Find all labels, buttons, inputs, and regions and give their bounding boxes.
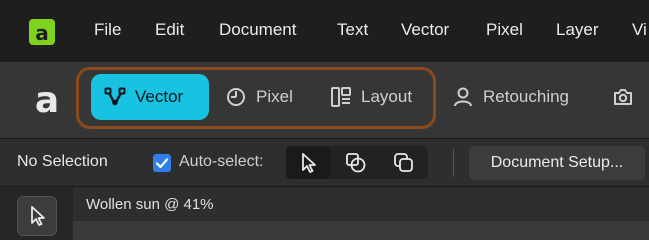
tools-panel (0, 187, 73, 240)
persona-vector-button[interactable]: Vector (91, 74, 209, 120)
persona-vector-label: Vector (135, 87, 184, 106)
canvas-area[interactable] (73, 221, 649, 240)
persona-layout-button[interactable]: Layout (326, 74, 426, 120)
app-logo-icon[interactable]: a (29, 19, 55, 45)
select-intersect-button[interactable] (334, 146, 378, 179)
select-overlap-button[interactable] (382, 146, 426, 179)
pen-node-icon (104, 86, 126, 108)
toolbar-divider (453, 149, 454, 177)
context-toolbar: No Selection Auto-select: Document Setup… (0, 139, 649, 187)
document-title: Wollen sun @ 41% (86, 196, 214, 213)
pointer-arrow-icon (302, 152, 316, 173)
menu-text[interactable]: Text (337, 20, 368, 40)
persona-layout-label: Layout (361, 87, 413, 106)
svg-text:a: a (35, 21, 49, 45)
menu-pixel[interactable]: Pixel (486, 20, 523, 40)
intersect-shapes-icon (346, 152, 366, 172)
persona-photo-button[interactable] (612, 74, 642, 120)
svg-text:a: a (35, 80, 59, 118)
document-tab[interactable]: Wollen sun @ 41% (73, 187, 649, 221)
persona-bar: a Vector Pixel Layout Retouching (0, 62, 649, 139)
auto-select-checkbox[interactable] (153, 154, 171, 172)
menu-view[interactable]: Vi (632, 20, 647, 40)
persona-pixel-button[interactable]: Pixel (221, 74, 311, 120)
pixel-circle-icon (225, 86, 247, 108)
document-setup-button[interactable]: Document Setup... (469, 146, 645, 180)
menu-vector[interactable]: Vector (401, 20, 449, 40)
move-tool-button[interactable] (17, 196, 57, 236)
persona-retouching-button[interactable]: Retouching (452, 74, 592, 120)
layout-icon (330, 86, 352, 108)
menu-bar: a File Edit Document Text Vector Pixel L… (0, 0, 649, 63)
selection-status: No Selection (17, 153, 108, 170)
select-pointer-button[interactable] (286, 146, 330, 179)
affinity-logo-icon: a (29, 80, 65, 121)
menu-edit[interactable]: Edit (155, 20, 184, 40)
camera-icon (612, 86, 634, 108)
menu-file[interactable]: File (94, 20, 121, 40)
persona-pixel-label: Pixel (256, 87, 293, 106)
menu-document[interactable]: Document (219, 20, 296, 40)
auto-select-label: Auto-select: (179, 153, 264, 170)
selection-mode-group (286, 146, 428, 179)
person-icon (452, 86, 474, 108)
menu-layer[interactable]: Layer (556, 20, 599, 40)
persona-retouching-label: Retouching (483, 87, 570, 106)
overlap-squares-icon (394, 152, 413, 172)
move-tool-icon (31, 206, 45, 226)
